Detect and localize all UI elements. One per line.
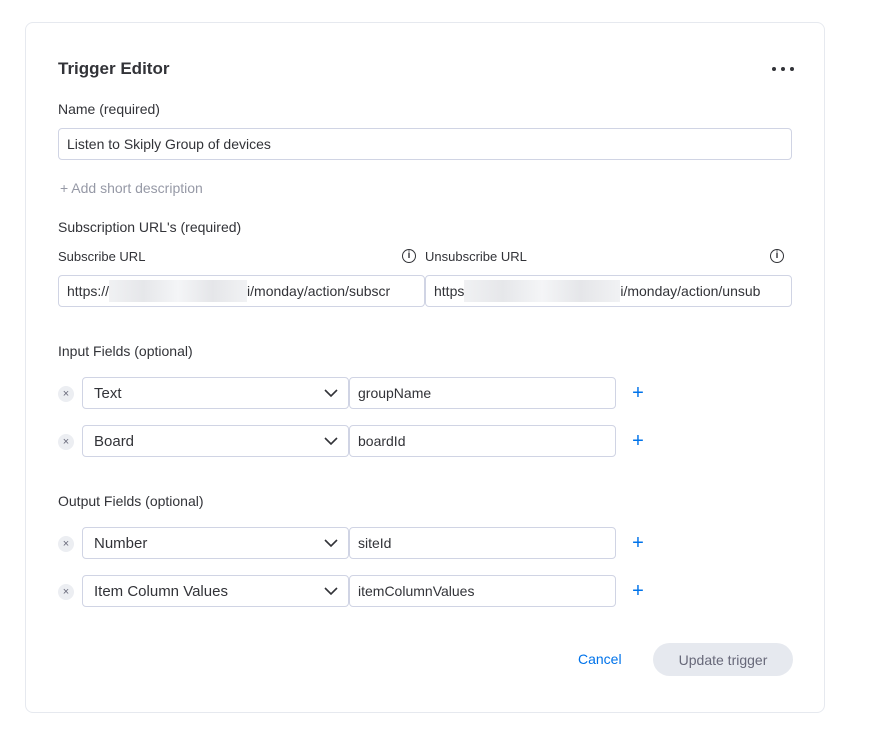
unsubscribe-url-value-end: i/monday/action/unsub <box>620 283 761 299</box>
name-label: Name (required) <box>58 101 160 117</box>
subscribe-url-value-end: i/monday/action/subscr <box>247 283 391 299</box>
chevron-down-icon <box>324 539 338 548</box>
output-fields-label: Output Fields (optional) <box>58 493 204 509</box>
field-name-input[interactable]: itemColumnValues <box>349 575 616 607</box>
input-fields-label: Input Fields (optional) <box>58 343 193 359</box>
unsubscribe-url-input[interactable]: https i/monday/action/unsub <box>425 275 792 307</box>
field-name-value: boardId <box>358 433 406 449</box>
field-name-input[interactable]: groupName <box>349 377 616 409</box>
add-field-button[interactable]: + <box>630 383 646 403</box>
redacted-url-segment <box>464 280 621 302</box>
remove-field-button[interactable]: × <box>58 584 74 600</box>
more-horizontal-icon[interactable] <box>770 59 796 79</box>
name-input[interactable] <box>58 128 792 160</box>
field-type-select[interactable]: Item Column Values <box>82 575 349 607</box>
field-type-select[interactable]: Number <box>82 527 349 559</box>
chevron-down-icon <box>324 389 338 398</box>
trigger-editor-card: Trigger Editor Name (required) + Add sho… <box>25 22 825 713</box>
subscribe-url-value-start: https:// <box>67 283 110 299</box>
add-field-button[interactable]: + <box>630 581 646 601</box>
field-name-input[interactable]: siteId <box>349 527 616 559</box>
remove-field-button[interactable]: × <box>58 386 74 402</box>
add-field-button[interactable]: + <box>630 533 646 553</box>
add-field-button[interactable]: + <box>630 431 646 451</box>
unsubscribe-url-value-start: https <box>434 283 465 299</box>
info-icon[interactable]: i <box>770 249 784 263</box>
unsubscribe-url-label: Unsubscribe URL <box>425 249 527 264</box>
field-type-select[interactable]: Board <box>82 425 349 457</box>
field-type-value: Board <box>94 432 135 450</box>
field-type-value: Item Column Values <box>94 582 228 600</box>
subscription-urls-label: Subscription URL's (required) <box>58 219 242 235</box>
field-type-value: Number <box>94 534 148 552</box>
field-name-value: itemColumnValues <box>358 583 475 599</box>
subscribe-url-input[interactable]: https:// i/monday/action/subscr <box>58 275 425 307</box>
editor-title: Trigger Editor <box>58 59 170 78</box>
add-short-description-link[interactable]: + Add short description <box>60 180 203 196</box>
field-name-value: groupName <box>358 385 432 401</box>
chevron-down-icon <box>324 587 338 596</box>
field-name-input[interactable]: boardId <box>349 425 616 457</box>
remove-field-button[interactable]: × <box>58 434 74 450</box>
field-type-select[interactable]: Text <box>82 377 349 409</box>
info-icon[interactable]: i <box>402 249 416 263</box>
cancel-button[interactable]: Cancel <box>578 651 622 667</box>
field-name-value: siteId <box>358 535 392 551</box>
redacted-url-segment <box>109 280 248 302</box>
update-trigger-button[interactable]: Update trigger <box>653 643 793 676</box>
field-type-value: Text <box>94 384 122 402</box>
remove-field-button[interactable]: × <box>58 536 74 552</box>
subscribe-url-label: Subscribe URL <box>58 249 146 264</box>
chevron-down-icon <box>324 437 338 446</box>
